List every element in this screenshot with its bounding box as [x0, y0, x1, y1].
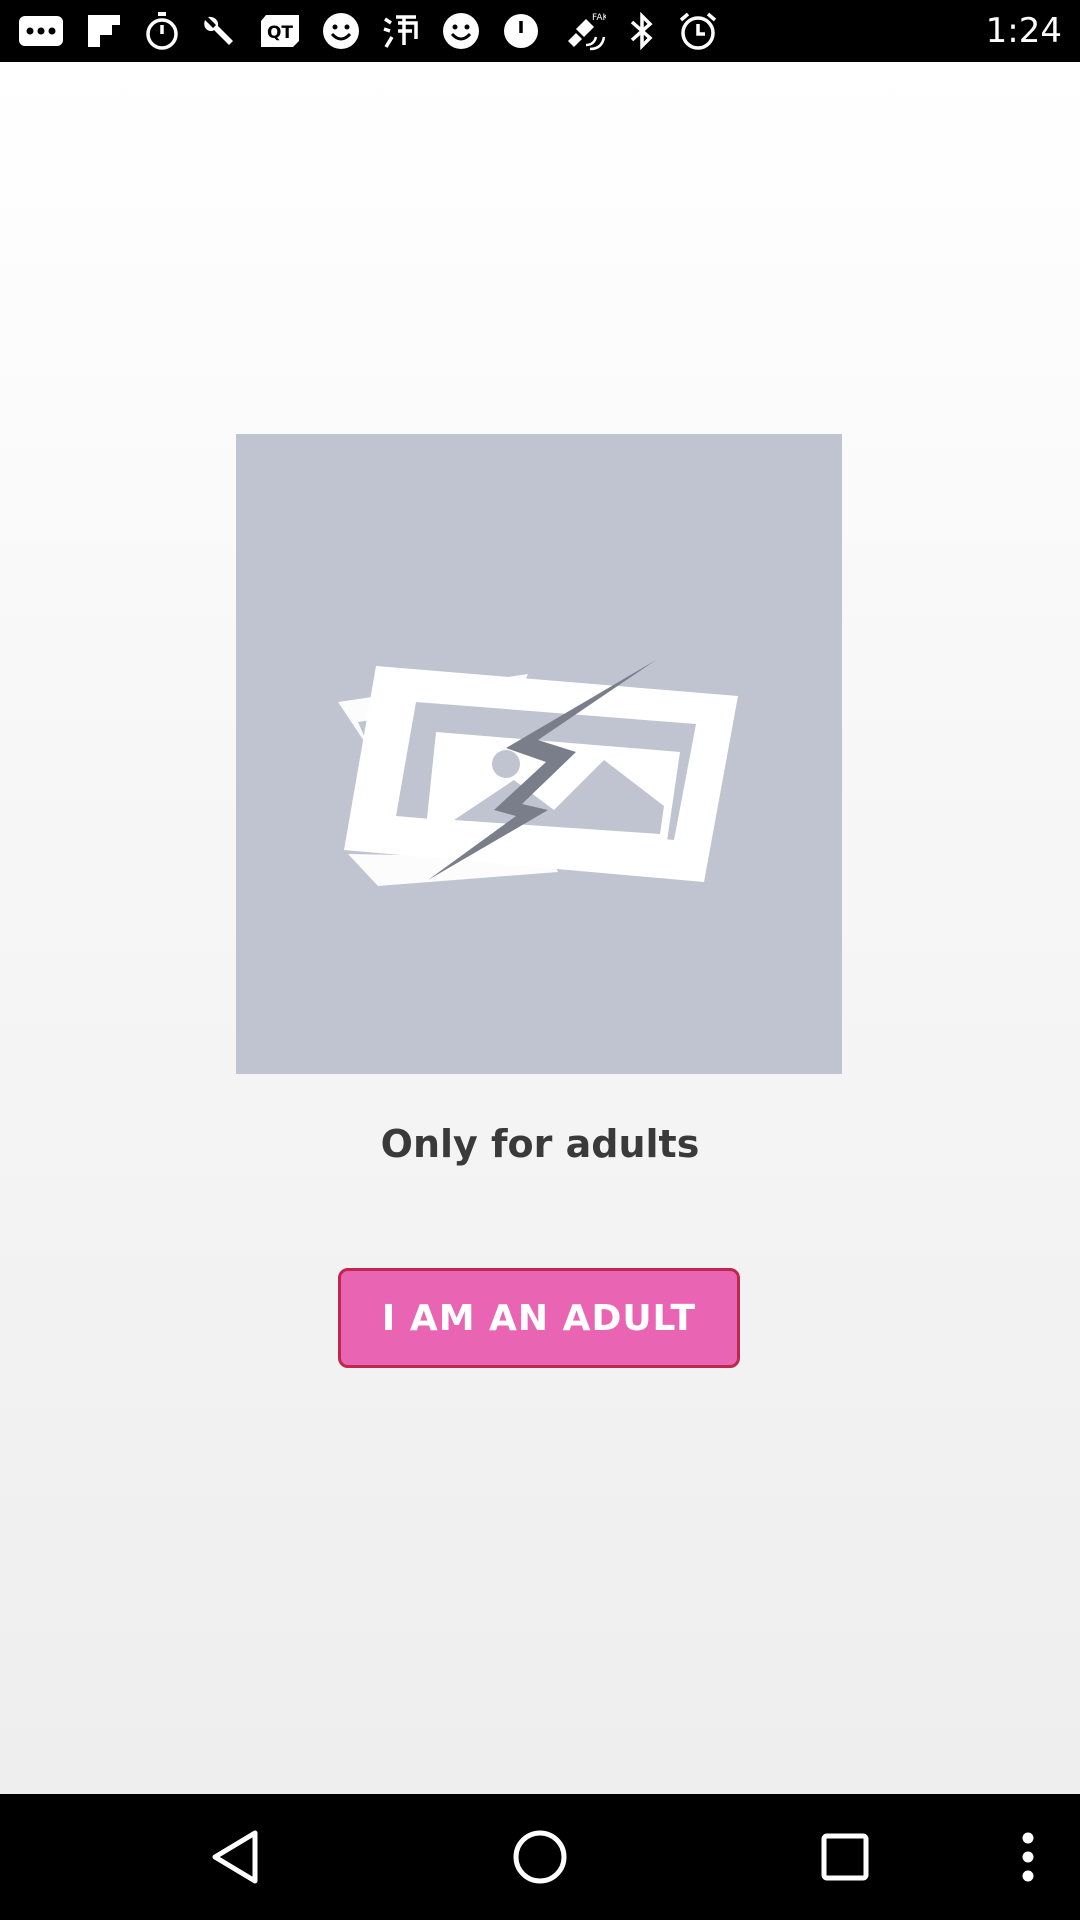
recents-icon [821, 1833, 869, 1881]
notification-icons: QT FAKE [18, 11, 986, 51]
recents-button[interactable] [800, 1794, 890, 1920]
overflow-menu-button[interactable] [1000, 1794, 1056, 1920]
back-icon [212, 1830, 258, 1884]
broken-image-icon [236, 434, 842, 1074]
menu-icon [1022, 1832, 1034, 1882]
bluetooth-icon [628, 11, 656, 51]
page-headline: Only for adults [380, 1122, 700, 1166]
taobao-icon [382, 11, 420, 51]
i-am-an-adult-button[interactable]: I AM AN ADULT [338, 1268, 740, 1368]
status-time: 1:24 [985, 11, 1062, 51]
svg-text:FAKE: FAKE [592, 13, 606, 23]
flipboard-icon [86, 11, 122, 51]
stopwatch-icon [144, 11, 180, 51]
smiley-icon [442, 11, 480, 51]
home-button[interactable] [495, 1794, 585, 1920]
svg-text:QT: QT [267, 23, 293, 43]
alarm-icon [678, 11, 718, 51]
more-icon [18, 11, 64, 51]
navigation-bar [0, 1794, 1080, 1920]
home-icon [513, 1830, 567, 1884]
back-button[interactable] [190, 1794, 280, 1920]
fake-gps-icon: FAKE [562, 11, 606, 51]
content-area: Only for adults I AM AN ADULT [0, 62, 1080, 1794]
status-bar: QT FAKE 1:24 [0, 0, 1080, 62]
power-icon [502, 11, 540, 51]
smiley-icon [322, 11, 360, 51]
wrench-icon [202, 11, 238, 51]
qt-icon: QT [260, 11, 300, 51]
